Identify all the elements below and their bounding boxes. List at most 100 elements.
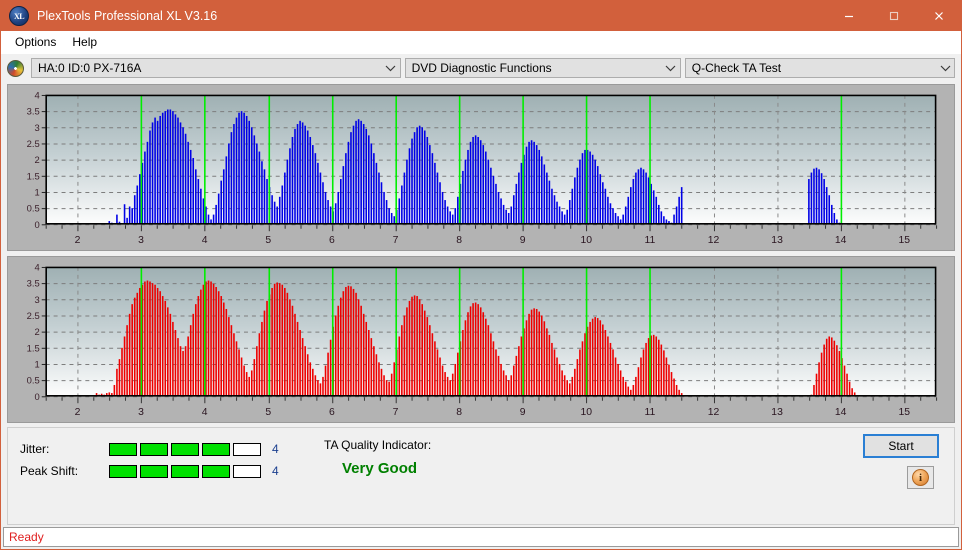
status-bar: Ready <box>3 527 959 547</box>
svg-text:1: 1 <box>35 187 40 198</box>
menu-item-help[interactable]: Help <box>64 33 105 51</box>
svg-text:5: 5 <box>265 235 271 246</box>
svg-text:12: 12 <box>708 235 720 246</box>
svg-text:8: 8 <box>456 407 462 418</box>
test-select-value: Q-Check TA Test <box>691 61 782 75</box>
start-button[interactable]: Start <box>863 434 939 458</box>
status-text: Ready <box>9 530 44 544</box>
disc-drive-icon <box>7 59 24 77</box>
plextools-window: XL PlexTools Professional XL V3.16 Optio… <box>0 0 962 550</box>
svg-text:0: 0 <box>35 391 40 402</box>
chevron-down-icon <box>382 64 400 72</box>
app-logo-icon: XL <box>9 6 29 26</box>
svg-text:0.5: 0.5 <box>27 203 40 214</box>
ta-quality-group: TA Quality Indicator: Very Good <box>324 438 431 477</box>
meter-segment <box>140 464 168 478</box>
chevron-down-icon <box>936 64 954 72</box>
svg-text:4: 4 <box>202 235 208 246</box>
function-select[interactable]: DVD Diagnostic Functions <box>404 58 681 78</box>
window-title: PlexTools Professional XL V3.16 <box>37 9 218 23</box>
charts-area: 0 0.5 1 1.5 2 2.5 3 3.5 4 2 3 4 5 6 7 8 9 10 11 12 13 14 15 00… <box>1 82 961 423</box>
meter-segment <box>171 442 199 456</box>
drive-select-value: HA:0 ID:0 PX-716A <box>38 61 142 75</box>
svg-text:12: 12 <box>708 407 720 418</box>
test-select[interactable]: Q-Check TA Test <box>684 58 955 78</box>
svg-text:13: 13 <box>771 235 783 246</box>
jitter-chart-panel: 0 0.5 1 1.5 2 2.5 3 3.5 4 2 3 4 5 6 7 8 9 10 11 12 13 14 15 <box>7 84 955 251</box>
svg-text:3.5: 3.5 <box>27 106 40 117</box>
svg-text:7: 7 <box>393 407 399 418</box>
meter-segment <box>109 464 137 478</box>
svg-text:10: 10 <box>581 235 593 246</box>
svg-text:13: 13 <box>771 407 783 418</box>
peak-shift-label: Peak Shift: <box>20 464 79 478</box>
meters-group: Jitter: 4 Peak Shift: 4 <box>20 438 279 482</box>
info-button[interactable]: i <box>907 466 934 489</box>
svg-text:3: 3 <box>35 294 40 305</box>
svg-text:2: 2 <box>35 154 40 165</box>
function-select-value: DVD Diagnostic Functions <box>411 61 552 75</box>
svg-text:7: 7 <box>393 235 399 246</box>
peak-shift-value: 4 <box>272 464 279 478</box>
close-icon[interactable] <box>916 1 961 31</box>
jitter-value: 4 <box>272 442 279 456</box>
meter-segment <box>202 442 230 456</box>
svg-text:4: 4 <box>35 263 40 273</box>
ta-quality-value: Very Good <box>342 460 418 477</box>
svg-text:3: 3 <box>35 122 40 133</box>
svg-text:2: 2 <box>35 326 40 337</box>
svg-text:1.5: 1.5 <box>27 170 40 181</box>
svg-text:1.5: 1.5 <box>27 342 40 353</box>
svg-text:6: 6 <box>329 235 335 246</box>
maximize-icon[interactable] <box>871 1 916 31</box>
svg-text:15: 15 <box>898 407 910 418</box>
title-bar: XL PlexTools Professional XL V3.16 <box>1 1 961 31</box>
window-controls <box>826 1 961 31</box>
svg-text:3: 3 <box>138 407 144 418</box>
peakshift-chart: 0 0.5 1 1.5 2 2.5 3 3.5 4 2 3 4 5 6 7 8 9 10 11 12 13 14 15 <box>27 263 938 418</box>
svg-text:15: 15 <box>898 235 910 246</box>
jitter-row: Jitter: 4 <box>20 438 279 460</box>
minimize-icon[interactable] <box>826 1 871 31</box>
jitter-meter <box>109 442 261 456</box>
svg-text:2: 2 <box>75 235 81 246</box>
peak-shift-meter <box>109 464 261 478</box>
results-panel: Jitter: 4 Peak Shift: 4 TA Quality Indic… <box>7 427 955 525</box>
svg-text:8: 8 <box>456 235 462 246</box>
svg-text:14: 14 <box>835 235 847 246</box>
chevron-down-icon <box>662 64 680 72</box>
menu-bar: Options Help <box>1 31 961 54</box>
svg-text:5: 5 <box>265 407 271 418</box>
svg-text:14: 14 <box>835 407 847 418</box>
svg-text:10: 10 <box>581 407 593 418</box>
peakshift-row: Peak Shift: 4 <box>20 460 279 482</box>
svg-text:3.5: 3.5 <box>27 278 40 289</box>
svg-text:0.5: 0.5 <box>27 375 40 386</box>
drive-select[interactable]: HA:0 ID:0 PX-716A <box>31 58 401 78</box>
svg-text:4: 4 <box>35 91 40 101</box>
svg-text:2.5: 2.5 <box>27 138 40 149</box>
meter-segment <box>233 442 261 456</box>
meter-segment <box>202 464 230 478</box>
jitter-chart: 0 0.5 1 1.5 2 2.5 3 3.5 4 2 3 4 5 6 7 8 9 10 11 12 13 14 15 <box>27 91 938 246</box>
svg-text:6: 6 <box>329 407 335 418</box>
meter-segment <box>171 464 199 478</box>
menu-item-options[interactable]: Options <box>7 33 64 51</box>
svg-text:0: 0 <box>35 219 40 230</box>
svg-text:2: 2 <box>75 407 81 418</box>
svg-text:3: 3 <box>138 235 144 246</box>
svg-text:1: 1 <box>35 359 40 370</box>
svg-text:4: 4 <box>202 407 208 418</box>
svg-text:9: 9 <box>520 235 526 246</box>
selector-toolbar: HA:0 ID:0 PX-716A DVD Diagnostic Functio… <box>1 54 961 82</box>
svg-text:11: 11 <box>644 235 655 246</box>
info-icon: i <box>912 469 929 486</box>
peakshift-chart-panel: 0 0.5 1 1.5 2 2.5 3 3.5 4 2 3 4 5 6 7 8 9 10 11 12 13 14 15 <box>7 256 955 423</box>
svg-text:9: 9 <box>520 407 526 418</box>
svg-text:2.5: 2.5 <box>27 310 40 321</box>
jitter-label: Jitter: <box>20 442 50 456</box>
meter-segment <box>109 442 137 456</box>
meter-segment <box>233 464 261 478</box>
ta-quality-label: TA Quality Indicator: <box>324 438 432 452</box>
meter-segment <box>140 442 168 456</box>
